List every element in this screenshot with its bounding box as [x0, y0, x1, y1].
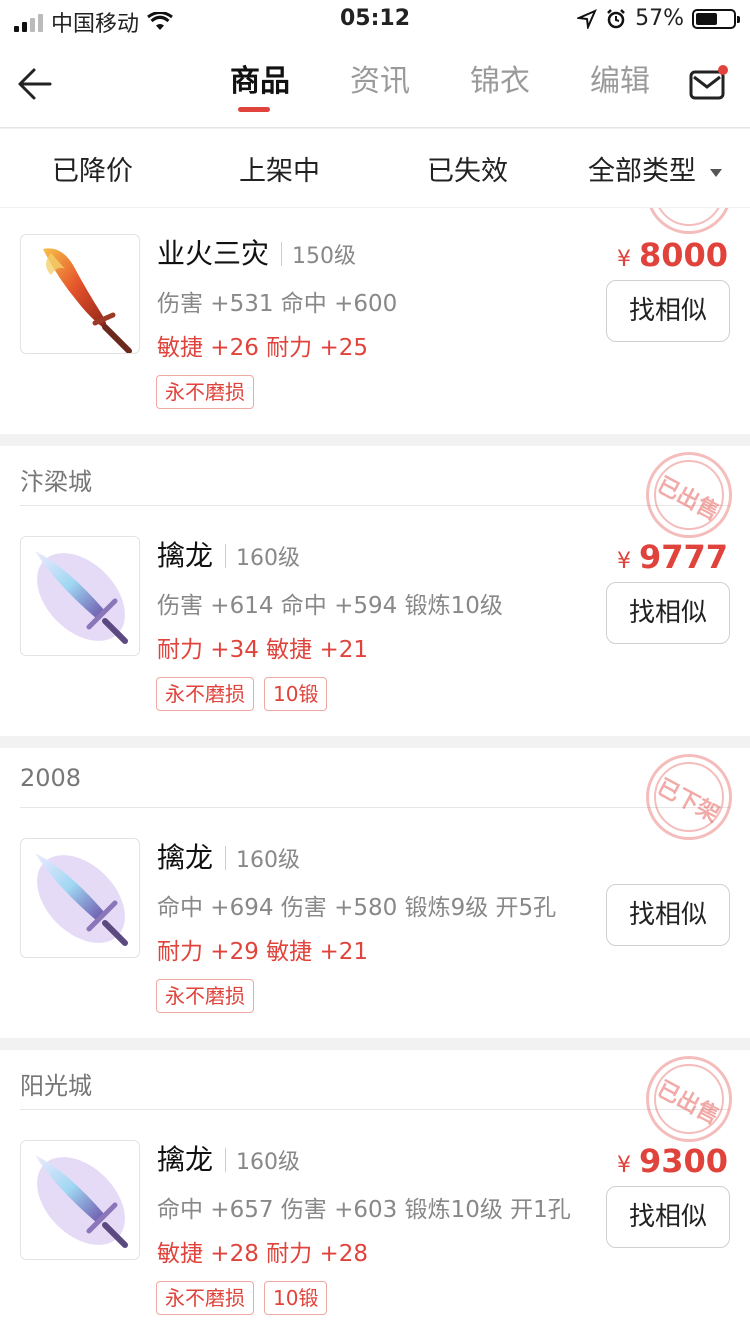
delisted-stamp: 已下架 [646, 754, 732, 840]
tab-edit[interactable]: 编辑 [560, 60, 680, 112]
item-stats-secondary: 敏捷 +26 耐力 +25 [157, 335, 369, 361]
product-card[interactable]: 汴梁城 已出售 擒龙 160级 伤害 +614 命中 +594 锻炼10级 耐力 … [0, 446, 750, 736]
price: ¥9777 [616, 538, 728, 576]
price: ¥8000 [616, 236, 728, 274]
product-card[interactable]: 阳光城 已出售 擒龙 160级 命中 +657 伤害 +603 锻炼10级 开1孔… [0, 1050, 750, 1334]
find-similar-button[interactable]: 找相似 [606, 884, 730, 946]
find-similar-button[interactable]: 找相似 [606, 582, 730, 644]
alarm-icon [607, 8, 625, 28]
filter-on-sale[interactable]: 上架中 [239, 149, 320, 188]
product-card[interactable]: 业火三灾 150级 伤害 +531 命中 +600 敏捷 +26 耐力 +25 永… [0, 208, 750, 434]
product-card[interactable]: 2008 已下架 擒龙 160级 命中 +694 伤害 +580 锻炼9级 开5孔… [0, 748, 750, 1038]
tag-durable: 永不磨损 [156, 1281, 254, 1315]
tag-list: 永不磨损 10锻 [156, 677, 328, 711]
item-stats-primary: 伤害 +614 命中 +594 锻炼10级 [157, 593, 503, 619]
item-name: 擒龙 [157, 1143, 214, 1176]
tag-forge: 10锻 [264, 1281, 328, 1315]
purple-sword-icon [35, 1155, 128, 1248]
tag-forge: 10锻 [264, 677, 328, 711]
price: ¥9300 [616, 1142, 728, 1180]
item-name: 擒龙 [157, 539, 214, 572]
purple-sword-icon [35, 551, 128, 644]
tag-durable: 永不磨损 [156, 375, 254, 409]
tab-bar: 商品 资讯 锦衣 编辑 [200, 60, 680, 112]
seller-name: 2008 [20, 764, 82, 792]
sold-stamp: 已出售 [646, 452, 732, 538]
find-similar-button[interactable]: 找相似 [606, 1186, 730, 1248]
tag-list: 永不磨损 10锻 [156, 1281, 328, 1315]
filter-discounted[interactable]: 已降价 [52, 149, 133, 188]
item-level: 160级 [236, 848, 301, 873]
tag-durable: 永不磨损 [156, 677, 254, 711]
filter-expired[interactable]: 已失效 [427, 149, 508, 188]
item-stats-secondary: 耐力 +29 敏捷 +21 [157, 939, 369, 965]
item-level: 150级 [292, 244, 357, 269]
item-stats-primary: 命中 +694 伤害 +580 锻炼9级 开5孔 [157, 895, 557, 921]
item-stats-secondary: 敏捷 +28 耐力 +28 [157, 1241, 369, 1267]
item-image [20, 1140, 140, 1260]
seller-name: 阳光城 [20, 1072, 92, 1100]
flame-blade-icon [43, 248, 132, 353]
battery-icon [692, 8, 740, 29]
battery-percent: 57% [635, 6, 684, 31]
item-stats-secondary: 耐力 +34 敏捷 +21 [157, 637, 369, 663]
tag-list: 永不磨损 [156, 979, 254, 1013]
stamp-badge [646, 208, 732, 234]
mail-icon[interactable] [688, 64, 728, 104]
filter-bar: 已降价 上架中 已失效 全部类型 [0, 129, 750, 207]
location-arrow-icon [577, 8, 598, 29]
notification-dot [718, 65, 728, 75]
purple-sword-icon [35, 853, 128, 946]
status-bar: 中国移动 05:12 57% [0, 0, 750, 40]
tab-goods[interactable]: 商品 [200, 60, 320, 112]
tag-durable: 永不磨损 [156, 979, 254, 1013]
item-image [20, 234, 140, 354]
tab-news[interactable]: 资讯 [320, 60, 440, 112]
seller-name: 汴梁城 [20, 468, 92, 496]
item-stats-primary: 伤害 +531 命中 +600 [157, 291, 398, 317]
back-arrow-icon[interactable] [14, 64, 54, 104]
tab-outfit[interactable]: 锦衣 [440, 60, 560, 112]
item-name: 业火三灾 [157, 237, 270, 270]
tag-list: 永不磨损 [156, 375, 254, 409]
item-stats-primary: 命中 +657 伤害 +603 锻炼10级 开1孔 [157, 1197, 571, 1223]
item-name: 擒龙 [157, 841, 214, 874]
item-level: 160级 [236, 546, 301, 571]
filter-type-dropdown[interactable]: 全部类型 [588, 149, 722, 188]
item-level: 160级 [236, 1150, 301, 1175]
find-similar-button[interactable]: 找相似 [606, 280, 730, 342]
sold-stamp: 已出售 [646, 1056, 732, 1142]
nav-bar: 商品 资讯 锦衣 编辑 [0, 40, 750, 128]
item-image [20, 536, 140, 656]
item-image [20, 838, 140, 958]
caret-down-icon [710, 168, 722, 177]
